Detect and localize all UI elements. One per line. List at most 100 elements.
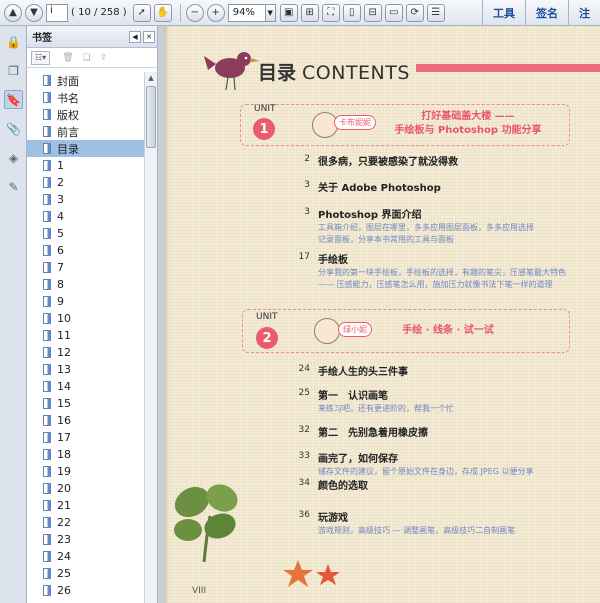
toc-entry-description: 分享我的第一块手绘板，手绘板的选择，有趣的笔尖，压感笔最大特色 xyxy=(318,268,566,277)
bookmark-label: 11 xyxy=(57,329,71,342)
bookmark-item[interactable]: 19 xyxy=(27,463,145,480)
fit-width-button[interactable]: ⊞ xyxy=(300,3,319,22)
bookmark-item[interactable]: 13 xyxy=(27,361,145,378)
bookmark-page-icon xyxy=(43,262,51,273)
select-tool-button[interactable]: ➚ xyxy=(132,3,151,22)
bookmark-label: 21 xyxy=(57,499,71,512)
bookmark-page-icon xyxy=(43,449,51,460)
bookmark-item[interactable]: 24 xyxy=(27,548,145,565)
bookmark-item[interactable]: 7 xyxy=(27,259,145,276)
bookmark-item[interactable]: 18 xyxy=(27,446,145,463)
bookmark-label: 22 xyxy=(57,516,71,529)
toc-entry-title[interactable]: 画完了，如何保存 xyxy=(318,450,398,465)
bookmark-label: 3 xyxy=(57,193,64,206)
attachment-icon[interactable]: 📎 xyxy=(4,119,23,138)
fit-width-icon: ⊞ xyxy=(305,7,314,18)
bookmark-label: 26 xyxy=(57,584,71,597)
lock-icon[interactable]: 🔒 xyxy=(4,32,23,51)
delete-icon[interactable]: 🗑 xyxy=(62,53,73,63)
toc-page-number: 25 xyxy=(298,388,310,398)
bookmark-label: 18 xyxy=(57,448,71,461)
layout-button[interactable]: ☰ xyxy=(426,3,445,22)
comment-menu[interactable]: 注 xyxy=(568,0,600,26)
rotate-button[interactable]: ⟳ xyxy=(405,3,424,22)
bookmark-item[interactable]: 8 xyxy=(27,276,145,293)
bookmark-item[interactable]: 16 xyxy=(27,412,145,429)
close-panel-button[interactable]: ✕ xyxy=(143,30,155,43)
toc-entry-title[interactable]: 第一 认识画笔 xyxy=(318,387,388,402)
bookmark-label: 封面 xyxy=(57,74,79,88)
bookmark-item[interactable]: 26 xyxy=(27,582,145,599)
bookmark-item[interactable]: 6 xyxy=(27,242,145,259)
bookmark-label: 书名 xyxy=(57,91,79,105)
bookmark-item[interactable]: 20 xyxy=(27,480,145,497)
tools-menu[interactable]: 工具 xyxy=(482,0,525,26)
zoom-in-button[interactable]: + xyxy=(206,3,225,22)
bookmark-item[interactable]: 9 xyxy=(27,293,145,310)
bookmark-item[interactable]: 23 xyxy=(27,531,145,548)
bookmark-icon[interactable]: 🔖 xyxy=(4,90,23,109)
signature-icon[interactable]: ✎ xyxy=(4,177,23,196)
main-toolbar: ▲ ▼ i ( 10 / 258 ) ➚ ✋ − + 94% ▼ ▣ ⊞ ⛶ ▯… xyxy=(0,0,600,26)
new-bookmark-icon[interactable]: ❏ xyxy=(83,53,91,63)
collapse-panel-button[interactable]: ◀ xyxy=(129,30,141,43)
two-page-button[interactable]: ⊟ xyxy=(363,3,382,22)
bookmark-label: 1 xyxy=(57,159,64,172)
bookmark-item[interactable]: 14 xyxy=(27,378,145,395)
previous-page-button[interactable]: ▲ xyxy=(4,3,22,22)
bookmark-item[interactable]: 封面 xyxy=(27,72,145,89)
bookmark-page-icon xyxy=(43,126,51,137)
bookmark-item[interactable]: 1 xyxy=(27,157,145,174)
bookmark-item[interactable]: 22 xyxy=(27,514,145,531)
bookmark-item[interactable]: 4 xyxy=(27,208,145,225)
bookmark-page-icon xyxy=(43,245,51,256)
bookmark-scrollbar[interactable]: ▲ xyxy=(144,72,157,603)
expand-bookmark-icon[interactable]: ⇪ xyxy=(100,53,108,63)
girl-avatar-icon xyxy=(314,318,340,344)
bookmark-item[interactable]: 11 xyxy=(27,327,145,344)
scroll-up-icon[interactable]: ▲ xyxy=(145,72,157,84)
layers-icon[interactable]: ◈ xyxy=(4,148,23,167)
options-dropdown[interactable]: ☷▾ xyxy=(31,50,51,65)
bookmark-item[interactable]: 版权 xyxy=(27,106,145,123)
close-icon: ✕ xyxy=(146,32,152,41)
page-number-input[interactable]: i xyxy=(46,3,68,22)
zoom-level-input[interactable]: 94% xyxy=(227,3,266,22)
single-page-button[interactable]: ▯ xyxy=(342,3,361,22)
bookmark-page-icon xyxy=(43,364,51,375)
toc-entry-title[interactable]: 玩游戏 xyxy=(318,509,348,524)
bookmark-item[interactable]: 书名 xyxy=(27,89,145,106)
bookmark-page-icon xyxy=(43,194,51,205)
bookmark-item[interactable]: 目录 xyxy=(27,140,145,157)
toc-entry-title[interactable]: 关于 Adobe Photoshop xyxy=(318,179,441,194)
toc-entry-title[interactable]: 手绘板 xyxy=(318,251,348,266)
toc-entry-title[interactable]: 颜色的选取 xyxy=(318,477,368,492)
toc-entry-title[interactable]: 很多病，只要被感染了就没得救 xyxy=(318,153,458,168)
bookmark-item[interactable]: 12 xyxy=(27,344,145,361)
bookmark-item[interactable]: 3 xyxy=(27,191,145,208)
continuous-button[interactable]: ▭ xyxy=(384,3,403,22)
sign-menu[interactable]: 签名 xyxy=(525,0,568,26)
bookmark-item[interactable]: 21 xyxy=(27,497,145,514)
bookmark-item[interactable]: 5 xyxy=(27,225,145,242)
toc-entry-title[interactable]: 第二 先别急着用橡皮擦 xyxy=(318,424,428,439)
hand-tool-button[interactable]: ✋ xyxy=(153,3,172,22)
fit-page-icon: ▣ xyxy=(283,7,294,18)
bookmark-item[interactable]: 10 xyxy=(27,310,145,327)
bookmark-item[interactable]: 17 xyxy=(27,429,145,446)
bookmark-item[interactable]: 25 xyxy=(27,565,145,582)
bookmark-item[interactable]: 2 xyxy=(27,174,145,191)
bookmark-label: 9 xyxy=(57,295,64,308)
scroll-thumb[interactable] xyxy=(146,86,156,148)
zoom-out-button[interactable]: − xyxy=(185,3,204,22)
bookmark-label: 7 xyxy=(57,261,64,274)
pages-icon[interactable]: ❐ xyxy=(4,61,23,80)
fit-page-button[interactable]: ▣ xyxy=(279,3,298,22)
zoom-dropdown-button[interactable]: ▼ xyxy=(265,3,276,22)
bookmark-item[interactable]: 前言 xyxy=(27,123,145,140)
full-screen-button[interactable]: ⛶ xyxy=(321,3,340,22)
toc-entry-title[interactable]: Photoshop 界面介绍 xyxy=(318,206,422,221)
toc-entry-title[interactable]: 手绘人生的头三件事 xyxy=(318,363,408,378)
bookmark-item[interactable]: 15 xyxy=(27,395,145,412)
next-page-button[interactable]: ▼ xyxy=(25,3,43,22)
